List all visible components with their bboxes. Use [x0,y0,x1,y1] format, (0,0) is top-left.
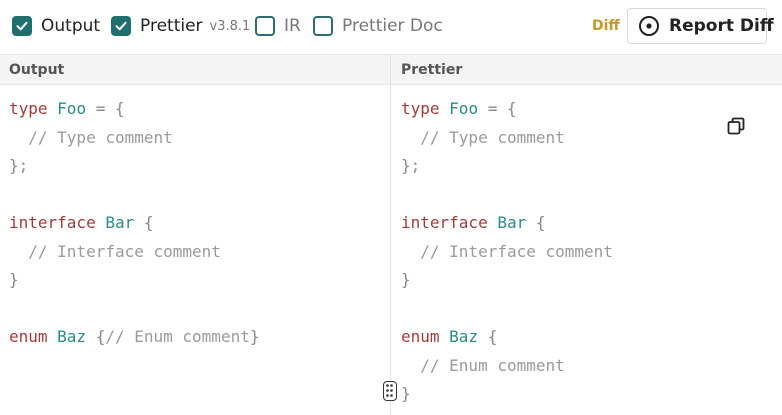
code-line: type Foo = { [401,95,613,124]
drag-handle-icon [386,384,393,397]
prettier-version: v3.8.1 [209,18,251,34]
code-line: } [9,266,259,295]
copy-button[interactable] [727,117,745,135]
code-line: }; [401,152,613,181]
code-token: // Enum comment [105,327,250,346]
output-pane: Output type Foo = { // Type comment}; in… [0,54,390,415]
prettier-doc-checkbox[interactable] [313,16,333,36]
output-code[interactable]: type Foo = { // Type comment}; interface… [9,95,259,352]
code-token: { [86,327,106,346]
code-token: { [134,213,154,232]
output-checkbox[interactable] [12,16,32,36]
check-icon [16,21,28,31]
prettier-pane: Prettier type Foo = { // Type comment}; … [391,54,782,415]
prettier-doc-checkbox-option[interactable]: Prettier Doc [313,15,443,37]
prettier-checkbox-label: Prettier [140,16,203,36]
code-token: } [249,327,260,346]
code-line: }; [9,152,259,181]
code-token: = { [478,99,517,118]
pane-resize-handle[interactable] [383,381,397,401]
code-token: interface [401,213,488,232]
code-token: Foo [449,99,479,118]
output-pane-title: Output [0,54,390,85]
code-line: interface Bar { [9,209,259,238]
code-token: // Type comment [401,127,565,147]
code-line: // Interface comment [9,238,259,267]
code-line: } [401,266,613,295]
code-line: // Type comment [9,124,259,153]
code-token: }; [9,156,29,175]
report-diff-button[interactable]: Report Diff [627,8,774,44]
code-line: // Interface comment [401,238,613,267]
diff-indicator: Diff [592,18,620,34]
code-token: type [9,99,48,118]
code-token: { [478,327,498,346]
ir-checkbox[interactable] [255,16,275,36]
toolbar: Output Prettier v3.8.1 IR Prettier Doc D… [0,0,782,54]
code-token: Baz [57,327,87,346]
code-token: // Interface comment [9,241,221,261]
output-checkbox-label: Output [41,16,101,36]
code-token: // Type comment [9,127,173,147]
code-line: interface Bar { [401,209,613,238]
prettier-doc-checkbox-label: Prettier Doc [342,16,443,36]
code-token: interface [9,213,96,232]
prettier-checkbox-option[interactable]: Prettier v3.8.1 [111,15,250,37]
code-token: enum [401,327,440,346]
code-token: } [401,270,411,289]
prettier-code[interactable]: type Foo = { // Type comment}; interface… [401,95,613,409]
code-token: } [401,384,411,403]
code-token: // Interface comment [401,241,613,261]
code-token: enum [9,327,48,346]
code-token: }; [401,156,421,175]
code-token: = { [86,99,125,118]
code-token: // Enum comment [401,355,565,375]
report-diff-button-label: Report Diff [669,16,774,36]
editor-panes: Output type Foo = { // Type comment}; in… [0,54,782,415]
code-line: // Enum comment [401,352,613,381]
code-token: Baz [449,327,479,346]
code-token: type [401,99,440,118]
ir-checkbox-label: IR [284,16,301,36]
code-token: Bar [497,213,527,232]
code-line: enum Baz {// Enum comment} [9,323,259,352]
code-line: } [401,380,613,409]
code-token: Foo [57,99,87,118]
prettier-pane-title: Prettier [391,54,782,85]
code-line: enum Baz { [401,323,613,352]
ir-checkbox-option[interactable]: IR [255,15,301,37]
output-checkbox-option[interactable]: Output [12,15,100,37]
code-line: type Foo = { [9,95,259,124]
code-token: Bar [105,213,135,232]
check-icon [115,21,127,31]
prettier-checkbox[interactable] [111,16,131,36]
code-token: } [9,270,19,289]
code-line: // Type comment [401,124,613,153]
code-token: { [526,213,546,232]
target-circle-icon [639,16,659,36]
copy-icon [727,117,745,135]
